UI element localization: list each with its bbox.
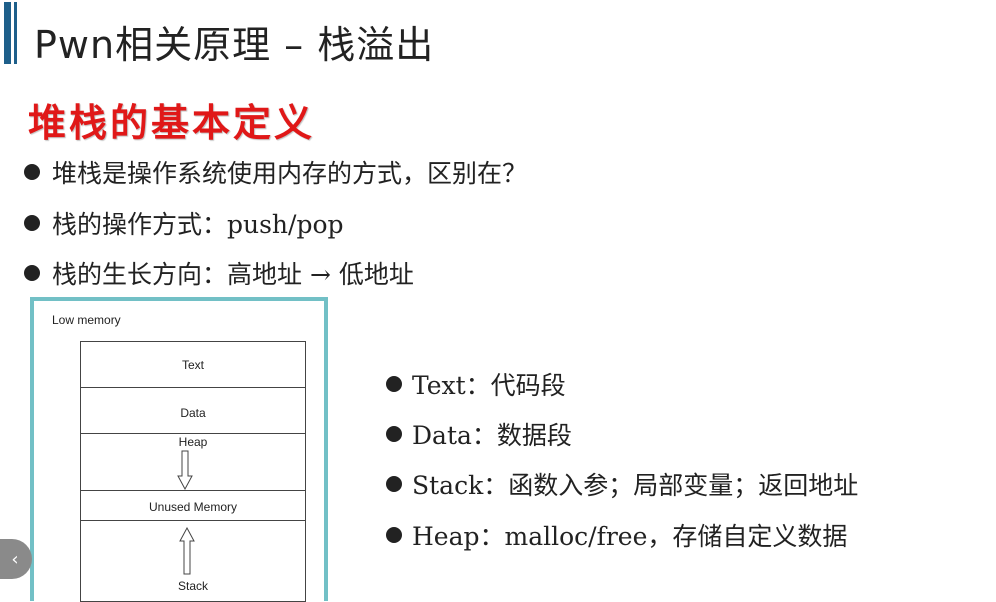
bullet-text: 堆栈是操作系统使用内存的方式，区别在？ xyxy=(52,159,528,188)
text-segment-label: Text xyxy=(181,358,204,372)
bullet-dot-icon xyxy=(24,215,40,231)
heap-segment: Heap xyxy=(80,433,306,490)
title-accent-bar xyxy=(4,2,11,64)
segment-bullet-text: Stack：函数入参；局部变量；返回地址 xyxy=(412,471,859,500)
bullet-dot-icon xyxy=(386,527,402,543)
title-accent-bar-thin xyxy=(14,2,17,64)
bullet-text: 栈的生长方向：高地址 → 低地址 xyxy=(52,260,414,289)
bullet-dot-icon xyxy=(386,426,402,442)
chevron-left-icon: ‹ xyxy=(11,548,19,570)
unused-memory-segment: Unused Memory xyxy=(80,490,306,520)
arrow-up-icon xyxy=(179,527,195,575)
slide-subtitle: 堆栈的基本定义 xyxy=(28,100,316,145)
bullet-dot-icon xyxy=(386,476,402,492)
bullet-dot-icon xyxy=(24,265,40,281)
segment-bullet-item: Heap：malloc/free，存储自定义数据 xyxy=(386,515,847,555)
low-memory-label: Low memory xyxy=(52,313,121,327)
segment-bullet-text: Heap：malloc/free，存储自定义数据 xyxy=(412,522,848,551)
bullet-dot-icon xyxy=(386,376,402,392)
segment-bullet-item: Data：数据段 xyxy=(386,414,572,454)
segment-bullet-text: Text：代码段 xyxy=(412,371,566,400)
memory-layout-diagram: Low memory Text Data Heap Unused Memory … xyxy=(30,297,328,602)
slide-title: Pwn相关原理 – 栈溢出 xyxy=(34,23,435,67)
stack-segment-label: Stack xyxy=(177,579,208,593)
bullet-item: 栈的操作方式：push/pop xyxy=(24,203,344,243)
segment-bullet-item: Stack：函数入参；局部变量；返回地址 xyxy=(386,464,858,504)
heap-segment-label: Heap xyxy=(178,435,208,449)
stack-segment: Stack xyxy=(80,520,306,602)
arrow-down-icon xyxy=(177,450,193,490)
previous-slide-button[interactable]: ‹ xyxy=(0,539,32,579)
unused-memory-label: Unused Memory xyxy=(148,500,238,514)
data-segment-label: Data xyxy=(180,406,206,420)
bullet-item: 堆栈是操作系统使用内存的方式，区别在？ xyxy=(24,152,527,192)
text-segment: Text xyxy=(80,341,306,387)
bullet-text: 栈的操作方式：push/pop xyxy=(52,210,344,239)
segment-bullet-text: Data：数据段 xyxy=(412,421,572,450)
data-segment: Data xyxy=(80,387,306,433)
segment-bullet-item: Text：代码段 xyxy=(386,364,566,404)
bullet-item: 栈的生长方向：高地址 → 低地址 xyxy=(24,253,414,293)
bullet-dot-icon xyxy=(24,164,40,180)
